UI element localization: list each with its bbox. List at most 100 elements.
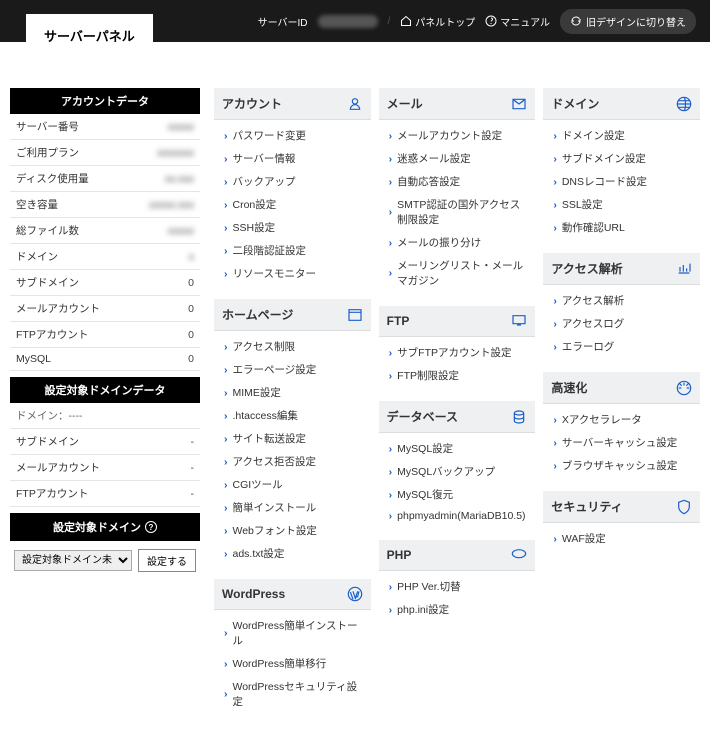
panel-header: WordPress xyxy=(214,579,371,610)
panel-高速化: 高速化 Xアクセラレータサーバーキャッシュ設定ブラウザキャッシュ設定 xyxy=(543,372,700,483)
panel-PHP: PHPPHP Ver.切替php.ini設定 xyxy=(379,540,536,627)
row-label: メールアカウント xyxy=(10,296,129,322)
content-grid: アカウントパスワード変更サーバー情報バックアップCron設定SSH設定二段階認証… xyxy=(214,88,700,719)
menu-item[interactable]: メーリングリスト・メールマガジン xyxy=(379,254,536,292)
monitor-icon xyxy=(511,313,527,329)
menu-item[interactable]: CGIツール xyxy=(214,473,371,496)
panel-アクセス解析: アクセス解析アクセス解析アクセスログエラーログ xyxy=(543,253,700,364)
wordpress-icon xyxy=(347,586,363,602)
chart-icon xyxy=(676,261,692,277)
menu-item[interactable]: 迷惑メール設定 xyxy=(379,147,536,170)
menu-item[interactable]: PHP Ver.切替 xyxy=(379,575,536,598)
menu-item[interactable]: DNSレコード設定 xyxy=(543,170,700,193)
account-row: ディスク使用量xx.xxx xyxy=(10,166,200,192)
menu-item[interactable]: メールアカウント設定 xyxy=(379,124,536,147)
menu-item[interactable]: サーバーキャッシュ設定 xyxy=(543,431,700,454)
menu-item[interactable]: Cron設定 xyxy=(214,193,371,216)
row-value: - xyxy=(174,429,200,455)
user-icon xyxy=(347,96,363,112)
menu-item[interactable]: SMTP認証の国外アクセス制限設定 xyxy=(379,193,536,231)
menu-item[interactable]: サーバー情報 xyxy=(214,147,371,170)
domain-value-row: ドメイン：---- xyxy=(10,403,200,429)
manual-link[interactable]: マニュアル xyxy=(485,14,550,29)
menu-item[interactable]: WordPress簡単インストール xyxy=(214,614,371,652)
menu-item[interactable]: MySQL設定 xyxy=(379,437,536,460)
menu-item[interactable]: サブFTPアカウント設定 xyxy=(379,341,536,364)
row-value: 0 xyxy=(129,322,200,348)
menu-item[interactable]: 自動応答設定 xyxy=(379,170,536,193)
panel-title: ドメイン xyxy=(551,95,599,112)
row-label: 空き容量 xyxy=(10,192,129,218)
account-row: 空き容量xxxxx.xxx xyxy=(10,192,200,218)
panel-セキュリティ: セキュリティWAF設定 xyxy=(543,491,700,556)
panel-title: 高速化 xyxy=(551,379,587,396)
menu-item[interactable]: MySQLバックアップ xyxy=(379,460,536,483)
mail-icon xyxy=(511,96,527,112)
menu-item[interactable]: SSL設定 xyxy=(543,193,700,216)
shield-icon xyxy=(676,499,692,515)
help-icon[interactable]: ? xyxy=(145,521,157,533)
target-domain-select[interactable]: 設定対象ドメイン未 xyxy=(14,550,132,571)
row-label: サーバー番号 xyxy=(10,114,129,140)
panel-ホームページ: ホームページアクセス制限エラーページ設定MIME設定.htaccess編集サイト… xyxy=(214,299,371,571)
row-label: ご利用プラン xyxy=(10,140,129,166)
menu-item[interactable]: FTP制限設定 xyxy=(379,364,536,387)
menu-item[interactable]: ドメイン設定 xyxy=(543,124,700,147)
menu-item[interactable]: エラーページ設定 xyxy=(214,358,371,381)
switch-design-button[interactable]: 旧デザインに切り替え xyxy=(560,9,696,34)
menu-item[interactable]: サイト転送設定 xyxy=(214,427,371,450)
menu-item[interactable]: Webフォント設定 xyxy=(214,519,371,542)
menu-item[interactable]: パスワード変更 xyxy=(214,124,371,147)
row-value: xxxxx xyxy=(129,218,200,244)
row-value: - xyxy=(174,455,200,481)
panel-header: 高速化 xyxy=(543,372,700,404)
panel-WordPress: WordPress WordPress簡単インストールWordPress簡単移行W… xyxy=(214,579,371,719)
row-label: サブドメイン xyxy=(10,429,174,455)
menu-item[interactable]: .htaccess編集 xyxy=(214,404,371,427)
row-label: MySQL xyxy=(10,348,129,371)
menu-item[interactable]: ブラウザキャッシュ設定 xyxy=(543,454,700,477)
menu-item[interactable]: php.ini設定 xyxy=(379,598,536,621)
menu-item[interactable]: WAF設定 xyxy=(543,527,700,550)
panel-データベース: データベース MySQL設定MySQLバックアップMySQL復元phpmyadmi… xyxy=(379,401,536,532)
row-label: 総ファイル数 xyxy=(10,218,129,244)
menu-item[interactable]: サブドメイン設定 xyxy=(543,147,700,170)
menu-item[interactable]: WordPress簡単移行 xyxy=(214,652,371,675)
menu-item[interactable]: SSH設定 xyxy=(214,216,371,239)
menu-item[interactable]: バックアップ xyxy=(214,170,371,193)
menu-item[interactable]: WordPressセキュリティ設定 xyxy=(214,675,371,713)
database-icon xyxy=(511,409,527,425)
menu-item[interactable]: 動作確認URL xyxy=(543,216,700,239)
menu-item[interactable]: アクセス解析 xyxy=(543,289,700,312)
panel-title: アカウント xyxy=(222,95,282,112)
php-icon xyxy=(511,547,527,563)
speed-icon xyxy=(676,380,692,396)
account-row: メールアカウント0 xyxy=(10,296,200,322)
row-value: xxxxx.xxx xyxy=(129,192,200,218)
menu-item[interactable]: アクセスログ xyxy=(543,312,700,335)
panel-header: メール xyxy=(379,88,536,120)
menu-item[interactable]: MIME設定 xyxy=(214,381,371,404)
set-domain-button[interactable]: 設定する xyxy=(138,549,196,572)
panel-title: データベース xyxy=(387,408,458,425)
menu-item[interactable]: アクセス拒否設定 xyxy=(214,450,371,473)
server-id-label: サーバーID xyxy=(258,14,308,29)
menu-item[interactable]: ads.txt設定 xyxy=(214,542,371,565)
menu-item[interactable]: リソースモニター xyxy=(214,262,371,285)
account-data-table: サーバー番号 xxxxx ご利用プランxxxxxxxディスク使用量xx.xxx空き容… xyxy=(10,114,200,371)
menu-item[interactable]: エラーログ xyxy=(543,335,700,358)
account-row: ドメインx xyxy=(10,244,200,270)
menu-item[interactable]: MySQL復元 xyxy=(379,483,536,506)
menu-item[interactable]: 二段階認証設定 xyxy=(214,239,371,262)
row-value: xxxxxxx xyxy=(129,140,200,166)
refresh-icon xyxy=(570,15,582,27)
menu-item[interactable]: Xアクセラレータ xyxy=(543,408,700,431)
domain-data-table: サブドメイン-メールアカウント-FTPアカウント- xyxy=(10,429,200,507)
panel-title: アクセス解析 xyxy=(551,260,622,277)
panel-top-link[interactable]: パネルトップ xyxy=(400,14,475,29)
menu-item[interactable]: アクセス制限 xyxy=(214,335,371,358)
menu-item[interactable]: メールの振り分け xyxy=(379,231,536,254)
menu-item[interactable]: phpmyadmin(MariaDB10.5) xyxy=(379,506,536,526)
menu-item[interactable]: 簡単インストール xyxy=(214,496,371,519)
account-row: 総ファイル数xxxxx xyxy=(10,218,200,244)
